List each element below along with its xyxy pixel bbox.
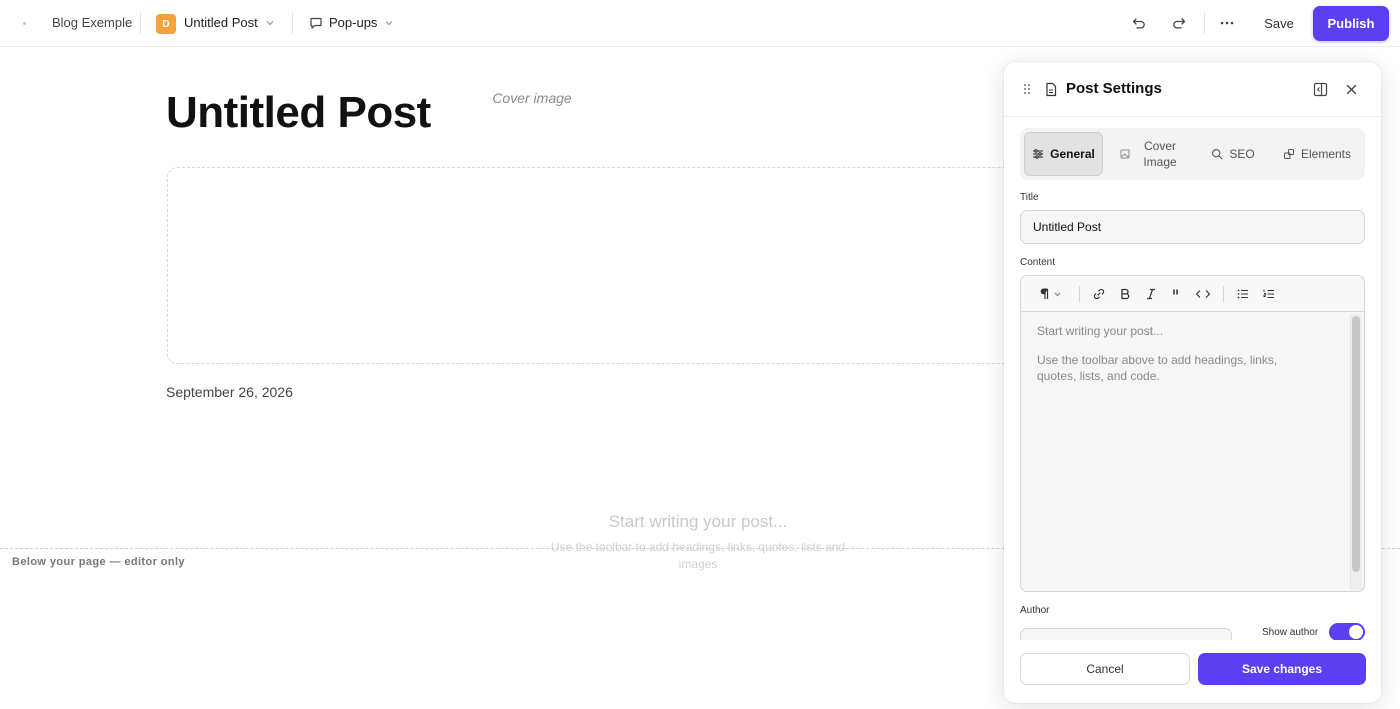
dot-icon [23,22,26,25]
toolbar-separator [1079,286,1080,302]
save-button[interactable]: Save [1258,8,1300,38]
top-bar: Blog Exemple D Untitled Post Pop-ups Sav… [0,0,1400,47]
elements-icon [1283,148,1295,160]
title-input[interactable]: Untitled Post [1020,210,1365,244]
cover-image-label: Cover image [492,90,572,106]
undo-icon[interactable] [1130,14,1148,32]
toolbar-separator [1223,286,1224,302]
show-author-label: Show author [1262,627,1319,638]
separator [292,12,293,34]
chevron-down-icon[interactable] [384,17,394,29]
message-square-icon [309,16,323,30]
separator [140,12,141,34]
post-settings-panel: Post Settings General Cover Image SEO El… [1004,62,1381,703]
image-icon [1119,148,1131,160]
content-hint: Use the toolbar to add headings, links, … [550,540,846,571]
grip-icon[interactable] [1022,82,1032,96]
cover-image-dropzone[interactable] [167,167,1027,364]
italic-icon[interactable] [1143,286,1159,302]
redo-icon[interactable] [1170,14,1188,32]
show-author-toggle[interactable] [1329,623,1365,641]
toggle-knob [1349,625,1363,639]
content-field-label: Content [1020,257,1056,268]
tab-cover-image[interactable]: Cover Image [1110,132,1192,176]
separator [1204,12,1205,34]
site-name-link[interactable]: Blog Exemple [52,15,132,30]
bold-icon[interactable] [1117,286,1133,302]
code-icon[interactable] [1195,286,1211,302]
search-icon [1211,148,1223,160]
split-view-icon[interactable] [1311,80,1329,98]
publish-button[interactable]: Publish [1313,6,1389,41]
popups-menu[interactable]: Pop-ups [329,15,377,30]
tab-label: SEO [1229,147,1255,161]
more-horizontal-icon[interactable] [1218,14,1236,32]
settings-tabs: General Cover Image SEO Elements [1020,128,1365,180]
content-editor[interactable]: Start writing your post... Use the toolb… [1020,275,1365,592]
editor-toolbar [1021,276,1364,312]
paragraph-icon[interactable] [1037,286,1065,302]
title-field-label: Title [1020,192,1039,203]
document-icon [1044,82,1058,97]
editor-placeholder: Start writing your post... [1037,324,1164,338]
panel-footer: Cancel Save changes [1004,640,1381,703]
bullet-list-icon[interactable] [1235,286,1251,302]
content-placeholder[interactable]: Start writing your post... [540,512,856,532]
numbered-list-icon[interactable] [1261,286,1277,302]
post-date: September 26, 2026 [166,384,293,400]
page-selector[interactable]: Untitled Post [184,15,258,30]
tab-label: General [1050,147,1095,161]
sliders-icon [1032,148,1044,160]
page-fold-label: Below your page — editor only [12,556,185,568]
quote-icon[interactable] [1169,286,1185,302]
link-icon[interactable] [1091,286,1107,302]
editor-scrollbar-thumb[interactable] [1352,316,1360,572]
cancel-button[interactable]: Cancel [1020,653,1190,685]
page-badge: D [156,14,176,34]
tab-label: Cover Image [1143,139,1177,169]
editor-hint: Use the toolbar above to add headings, l… [1037,353,1278,383]
divider [1004,116,1381,117]
author-field-label: Author [1020,605,1050,616]
tab-label: Elements [1300,147,1352,161]
tab-seo[interactable]: SEO [1200,132,1266,176]
tab-elements[interactable]: Elements [1274,132,1360,176]
tab-general[interactable]: General [1024,132,1103,176]
panel-title: Post Settings [1066,80,1162,97]
chevron-down-icon[interactable] [265,17,275,29]
close-icon[interactable] [1342,80,1360,98]
save-changes-button[interactable]: Save changes [1198,653,1366,685]
